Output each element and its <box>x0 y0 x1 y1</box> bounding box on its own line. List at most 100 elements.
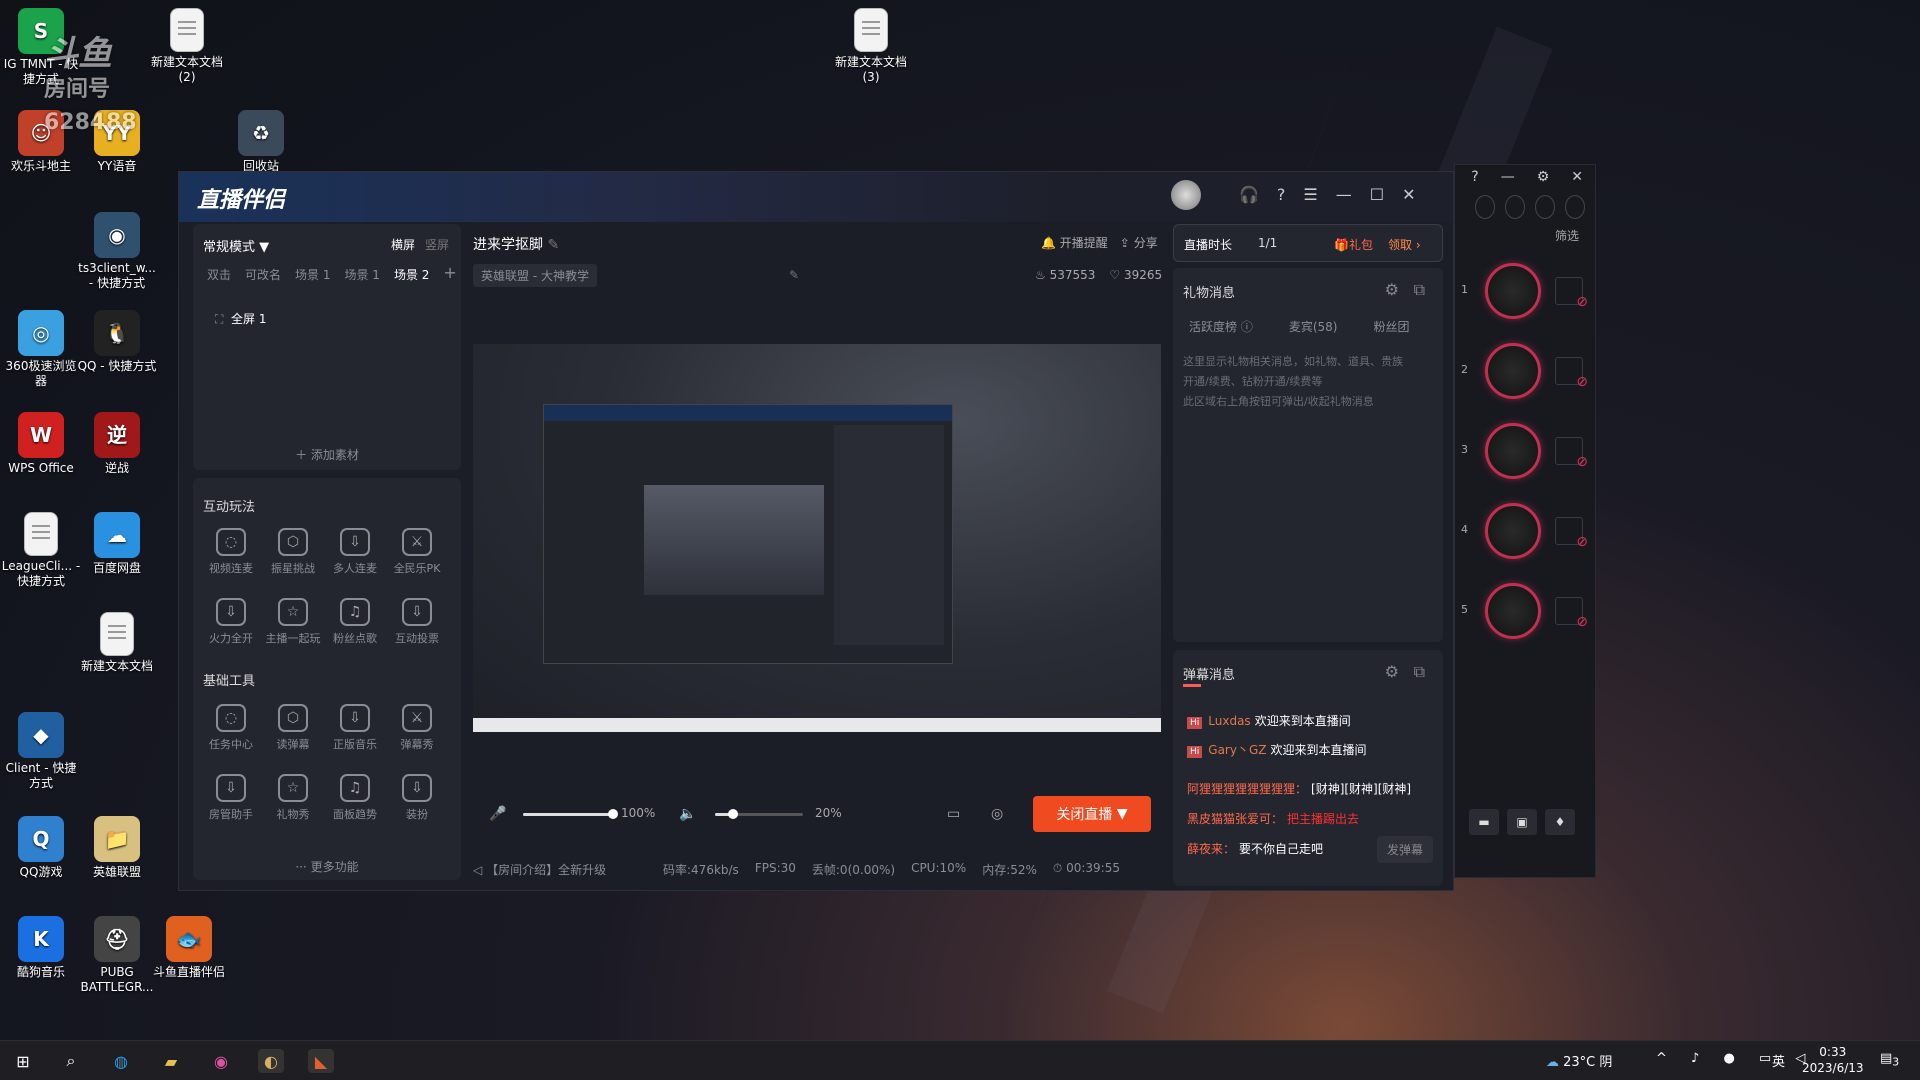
desktop-icon[interactable]: ☁ 百度网盘 <box>76 512 158 576</box>
maximize-icon[interactable]: ☐ <box>1370 185 1384 204</box>
settings-icon[interactable]: ⚙ <box>1385 662 1399 681</box>
desktop-icon[interactable]: 新建文本文档 (2) <box>146 8 228 85</box>
tool-button[interactable]: ⚔ 全民乐PK <box>387 528 447 576</box>
menu-icon[interactable]: ☰ <box>1303 185 1317 204</box>
edit-icon[interactable]: ✎ <box>789 268 799 282</box>
settings-icon[interactable]: ◎ <box>991 806 1003 822</box>
portrait-toggle[interactable]: 竖屏 <box>425 236 449 253</box>
help-icon[interactable]: ? <box>1471 169 1478 185</box>
tool-button[interactable]: ⬡ 振星挑战 <box>263 528 323 576</box>
tool-button[interactable]: ⇩ 多人连麦 <box>325 528 385 576</box>
settings-icon[interactable]: ⚙ <box>1385 280 1399 299</box>
stop-live-button[interactable]: 关闭直播 ▼ <box>1033 796 1151 832</box>
notify-button[interactable]: 🔔 开播提醒 <box>1041 234 1108 251</box>
douyu-companion-icon[interactable]: ◣ <box>308 1049 334 1073</box>
scene-tab[interactable]: 双击 <box>207 266 231 283</box>
screen-icon[interactable]: ▣ <box>1507 809 1537 835</box>
tab-guests[interactable]: 麦宾(58) <box>1289 318 1338 335</box>
chat-user[interactable]: Luxdas <box>1208 714 1250 728</box>
add-scene-button[interactable]: + <box>443 263 456 283</box>
desktop-icon[interactable]: 新建文本文档 <box>76 612 158 674</box>
volume-knob[interactable] <box>1485 503 1541 559</box>
weather-widget[interactable]: ☁ 23°C 阴 <box>1546 1051 1612 1070</box>
desktop-icon[interactable]: 🐧 QQ - 快捷方式 <box>76 310 158 374</box>
clock[interactable]: 0:33 2023/6/13 <box>1802 1044 1864 1076</box>
chat-icon[interactable]: ▬ <box>1469 809 1499 835</box>
tool-button[interactable]: ⚔ 弹幕秀 <box>387 704 447 752</box>
desktop-icon[interactable]: 📁 英雄联盟 <box>76 816 158 880</box>
volume-knob[interactable] <box>1485 583 1541 639</box>
desktop-icon[interactable]: ◉ ts3client_w... - 快捷方式 <box>76 212 158 291</box>
mic-volume-slider[interactable] <box>523 809 618 819</box>
desktop-icon[interactable]: ◎ 360极速浏览器 <box>0 310 82 389</box>
speaker-volume-slider[interactable] <box>715 809 803 819</box>
camera-icon[interactable]: ▭ <box>947 806 960 822</box>
stream-preview[interactable] <box>473 344 1161 732</box>
close-icon[interactable]: ✕ <box>1571 169 1583 185</box>
mic-icon[interactable]: ♦ <box>1545 809 1575 835</box>
minimize-icon[interactable]: — <box>1501 169 1515 185</box>
mute-toggle[interactable]: ⊘ <box>1555 357 1588 390</box>
room-intro[interactable]: ◁ 【房间介绍】全新升级 <box>473 861 606 878</box>
scene-tab-active[interactable]: 场景 2 <box>394 266 429 283</box>
windows-start-icon[interactable]: ⊞ <box>10 1049 36 1073</box>
volume-knob[interactable] <box>1485 263 1541 319</box>
volume-knob[interactable] <box>1485 423 1541 479</box>
scene-tab[interactable]: 场景 1 <box>344 266 379 283</box>
add-material-button[interactable]: ＋ 添加素材 <box>193 446 461 463</box>
help-icon[interactable]: ? <box>1277 185 1286 204</box>
edit-icon[interactable]: ✎ <box>547 237 559 253</box>
desktop-icon[interactable]: ♻ 回收站 <box>220 110 302 174</box>
popout-icon[interactable]: ⧉ <box>1414 662 1425 682</box>
search-icon[interactable]: ⌕ <box>58 1049 84 1073</box>
filter-label[interactable]: 筛选 <box>1555 227 1579 244</box>
file-explorer-icon[interactable]: ▰ <box>158 1049 184 1073</box>
mute-toggle[interactable]: ⊘ <box>1555 597 1588 630</box>
chat-user[interactable]: Gary丶GZ <box>1208 743 1266 757</box>
ime-indicator[interactable]: 英 <box>1772 1051 1785 1070</box>
close-icon[interactable]: ✕ <box>1402 185 1415 204</box>
stream-title[interactable]: 进来学抠脚 ✎ <box>473 234 559 254</box>
landscape-toggle[interactable]: 横屏 <box>391 236 415 253</box>
tool-button[interactable]: ⇩ 房管助手 <box>201 774 261 822</box>
tool-button[interactable]: ♫ 面板趋势 <box>325 774 385 822</box>
tool-button[interactable]: ⇩ 正版音乐 <box>325 704 385 752</box>
scene-tab[interactable]: 可改名 <box>245 266 281 283</box>
tool-button[interactable]: ◌ 视频连麦 <box>201 528 261 576</box>
tab-fan-club[interactable]: 粉丝团 <box>1373 318 1409 335</box>
desktop-icon[interactable]: LeagueCli... - 快捷方式 <box>0 512 82 589</box>
desktop-icon[interactable]: 🐟 斗鱼直播伴侣 <box>148 916 230 980</box>
mode-dropdown[interactable]: 常规模式 ▼ <box>203 236 269 255</box>
mute-toggle[interactable]: ⊘ <box>1555 437 1588 470</box>
gear-icon[interactable]: ⚙ <box>1537 169 1550 185</box>
category-tag[interactable]: 英雄联盟 - 大神教学 <box>473 264 597 287</box>
chat-user[interactable]: 阿狸狸狸狸狸狸狸狸： <box>1187 782 1307 796</box>
tool-button[interactable]: ⇩ 互动投票 <box>387 598 447 646</box>
headset-icon[interactable]: 🎧 <box>1239 185 1259 204</box>
share-button[interactable]: ⇪ 分享 <box>1120 234 1158 251</box>
desktop-icon[interactable]: Q QQ游戏 <box>0 816 82 880</box>
desktop-icon[interactable]: K 酷狗音乐 <box>0 916 82 980</box>
browser-360-icon[interactable]: ◉ <box>208 1049 234 1073</box>
scene-tab[interactable]: 场景 1 <box>295 266 330 283</box>
edge-icon[interactable]: ◍ <box>108 1049 134 1073</box>
avatar[interactable] <box>1171 180 1201 210</box>
tool-button[interactable]: ⇩ 火力全开 <box>201 598 261 646</box>
source-item[interactable]: ⛶ 全屏 1 <box>215 310 267 327</box>
desktop-icon[interactable]: 新建文本文档 (3) <box>830 8 912 85</box>
notification-icon[interactable]: ▤3 <box>1880 1051 1899 1069</box>
claim-button[interactable]: 领取 › <box>1388 236 1421 253</box>
volume-knob[interactable] <box>1485 343 1541 399</box>
league-icon[interactable]: ◐ <box>258 1049 284 1073</box>
popout-icon[interactable]: ⧉ <box>1414 280 1425 300</box>
mute-toggle[interactable]: ⊘ <box>1555 277 1588 310</box>
chat-user[interactable]: 黑皮猫猫张爱可： <box>1187 812 1283 826</box>
tool-button[interactable]: ♫ 粉丝点歌 <box>325 598 385 646</box>
tool-button[interactable]: ☆ 主播一起玩 <box>263 598 323 646</box>
mute-toggle[interactable]: ⊘ <box>1555 517 1588 550</box>
mic-icon[interactable]: 🎤 <box>489 806 506 822</box>
tool-button[interactable]: ⇩ 装扮 <box>387 774 447 822</box>
more-functions-button[interactable]: ··· 更多功能 <box>193 858 461 875</box>
tab-activity-rank[interactable]: 活跃度榜 ⓘ <box>1189 318 1253 335</box>
desktop-icon[interactable]: 逆逆战 <box>76 412 158 476</box>
